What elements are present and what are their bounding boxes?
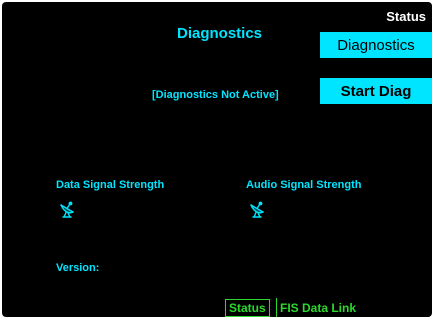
diagnostics-status-message: [Diagnostics Not Active] bbox=[152, 89, 279, 101]
page-title: Diagnostics bbox=[177, 25, 263, 42]
fis-data-link-label: FIS Data Link bbox=[280, 301, 357, 315]
diagnostics-screen: Status Diagnostics Diagnostics [Diagnost… bbox=[2, 2, 432, 317]
start-diag-softkey[interactable]: Start Diag bbox=[320, 78, 432, 104]
audio-signal-strength-label: Audio Signal Strength bbox=[246, 179, 362, 191]
page-label: Status bbox=[386, 9, 426, 24]
satellite-dish-icon bbox=[60, 201, 74, 218]
version-label: Version: bbox=[56, 262, 100, 274]
data-signal-strength-label: Data Signal Strength bbox=[56, 179, 165, 191]
satellite-dish-icon bbox=[250, 201, 264, 218]
diagnostics-softkey[interactable]: Diagnostics bbox=[320, 32, 432, 58]
status-page-button[interactable]: Status bbox=[225, 299, 270, 317]
footer-divider bbox=[276, 298, 277, 317]
